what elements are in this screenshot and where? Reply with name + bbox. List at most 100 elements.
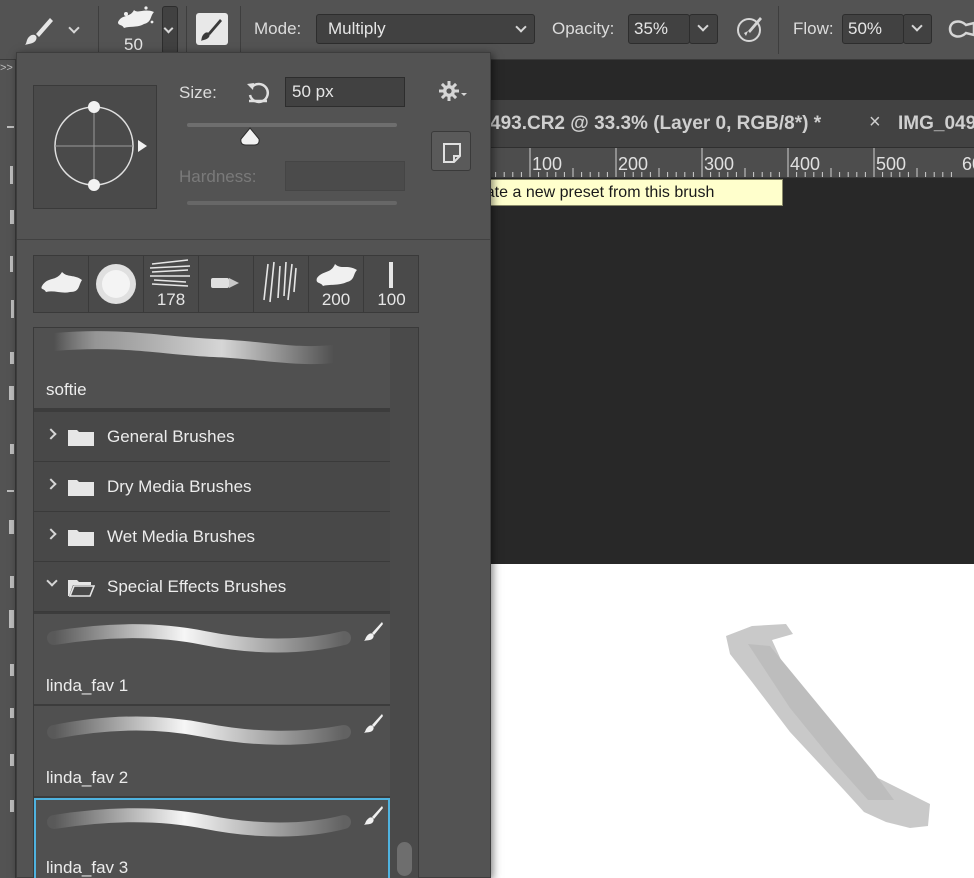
painted-brush-stroke [726,624,930,828]
tool-icon[interactable] [9,386,14,400]
brush-tip-thumbnail [211,278,239,288]
tool-icon[interactable] [10,708,14,718]
brush-preset-picker[interactable]: 50 [112,4,178,56]
flow-dropdown[interactable] [903,14,932,44]
recent-brush-tile[interactable]: 100 [364,256,419,312]
brush-folder[interactable]: Wet Media Brushes [34,512,390,562]
brush-item[interactable]: linda_fav 2 [34,706,390,796]
reset-icon [247,82,270,104]
brush-list-scrollbar[interactable] [390,328,418,878]
airbrush-button[interactable] [944,13,974,45]
panel-divider [17,239,490,240]
brush-tip-thumbnail [41,272,82,293]
tool-icon[interactable] [10,444,14,454]
tool-icon[interactable] [10,754,14,766]
brush-tip-preview[interactable] [33,85,157,209]
tool-icon[interactable] [10,664,14,676]
panel-settings-button[interactable] [439,79,469,103]
brush-folder-expanded[interactable]: Special Effects Brushes [34,562,390,612]
document-tab-inactive[interactable]: × IMG_049 [860,100,974,148]
close-tab-icon[interactable]: × [869,111,881,134]
brush-item[interactable]: linda_fav 1 [34,614,390,704]
ruler-label: 200 [618,154,649,174]
tool-icon[interactable] [7,490,14,492]
toggle-brush-panel-button[interactable] [196,13,228,45]
brush-stroke-preview [45,331,343,365]
size-value: 50 px [292,82,334,101]
document-canvas[interactable] [490,564,974,878]
folder-name: Wet Media Brushes [107,527,256,546]
flow-value: 50% [848,19,883,38]
hardness-slider-track [187,201,397,205]
hardness-field [285,161,405,191]
tool-icon[interactable] [10,256,13,272]
tool-preset-picker[interactable] [22,14,88,48]
brush-icon [364,806,383,825]
pressure-pen-icon [737,17,762,42]
recent-brush-tile[interactable]: 200 [309,256,364,312]
tool-icon[interactable] [10,576,14,588]
tool-icon[interactable] [10,800,14,812]
chevron-right-icon[interactable] [45,478,57,490]
scrollbar-thumb[interactable] [397,842,412,876]
airbrush-icon [948,20,974,38]
ruler-label: 500 [876,154,907,174]
tool-icon[interactable] [10,166,13,184]
brush-stroke-preview [47,624,351,653]
brush-preset-dropdown[interactable] [162,6,178,54]
new-preset-button[interactable] [431,131,471,171]
folder-icon [68,480,94,496]
chevron-down-icon [911,20,923,32]
new-preset-icon [443,143,461,163]
brush-size-label: 200 [321,290,351,309]
brush-folder[interactable]: General Brushes [34,412,390,462]
expand-panels-icon[interactable]: >> [0,62,13,74]
brush-angle-roundness-icon [54,101,147,191]
flow-field[interactable]: 50% [842,14,904,44]
tool-icon[interactable] [10,210,14,224]
folder-name: General Brushes [107,427,235,446]
chevron-down-icon [68,22,80,34]
chevron-down-icon [163,23,174,34]
document-tab-active[interactable]: 493.CR2 @ 33.3% (Layer 0, RGB/8*) * [490,100,860,148]
size-field[interactable]: 50 px [285,77,405,107]
folder-name: Dry Media Brushes [107,477,252,496]
tool-icon[interactable] [9,520,14,534]
brush-item-selected[interactable]: linda_fav 3 [34,798,390,878]
brush-panel-icon [201,19,222,41]
brush-name: linda_fav 2 [46,768,129,787]
brush-tip-thumbnail [96,264,136,304]
recent-brush-tile[interactable] [199,256,254,312]
options-bar: 50 Mode: Multiply Opacity: 35% Flow: 50% [0,0,974,60]
pressure-opacity-button[interactable] [734,13,766,45]
flow-label: Flow: [793,19,834,38]
ruler-label: 400 [790,154,821,174]
mode-select[interactable]: Multiply [316,14,535,44]
opacity-dropdown[interactable] [689,14,718,44]
tool-icon[interactable] [7,126,14,128]
brush-folder[interactable]: Dry Media Brushes [34,462,390,512]
opacity-value: 35% [634,19,669,38]
tool-icon[interactable] [10,352,14,364]
folder-icon [68,530,94,546]
pasteboard [490,178,974,564]
horizontal-ruler: 100 200 300 400 500 60 [490,148,974,178]
chevron-down-icon[interactable] [46,575,58,587]
size-slider-thumb[interactable] [239,127,261,147]
brush-preset-panel: Size: 50 px Hardness: 178 200 100 softie… [16,52,491,878]
chevron-right-icon[interactable] [45,428,57,440]
reset-size-button[interactable] [245,79,271,105]
chevron-down-icon [697,20,709,32]
brush-name: linda_fav 1 [46,676,129,695]
recent-brush-tile[interactable]: 178 [144,256,199,312]
recent-brushes-bar: 178 200 100 [33,255,419,313]
recent-brush-tile[interactable] [89,256,144,312]
chevron-right-icon[interactable] [45,528,57,540]
opacity-field[interactable]: 35% [628,14,690,44]
tool-icon[interactable] [11,300,14,318]
recent-brush-tile[interactable] [254,256,309,312]
size-slider-track[interactable] [187,123,397,127]
recent-brush-tile[interactable] [34,256,89,312]
brush-item[interactable]: softie [34,328,390,408]
tool-icon[interactable] [9,610,14,628]
